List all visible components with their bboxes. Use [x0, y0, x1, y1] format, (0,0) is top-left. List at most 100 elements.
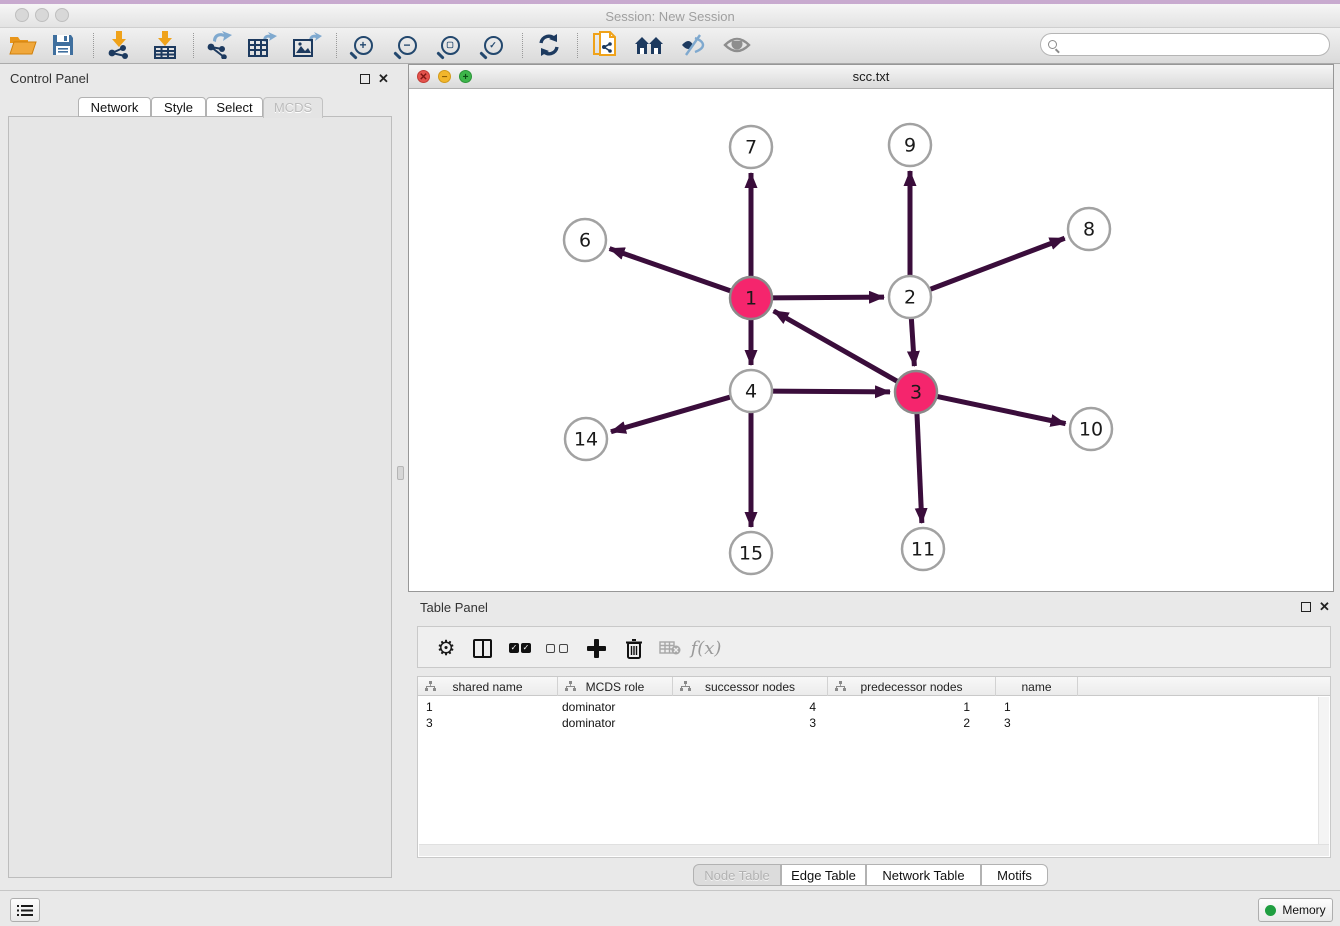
delete-icon[interactable] [618, 633, 650, 663]
node-table[interactable]: shared name MCDS role successor nodes pr… [417, 676, 1331, 858]
memory-status-icon [1265, 905, 1276, 916]
tab-motifs[interactable]: Motifs [981, 864, 1048, 886]
network-view-window[interactable]: ✕ − + scc.txt 7968124314101511 [408, 64, 1334, 592]
home-icon[interactable] [632, 30, 666, 60]
table-vertical-scrollbar[interactable] [1318, 697, 1329, 844]
cell-mcds-role: dominator [558, 715, 673, 731]
tab-mcds[interactable]: MCDS [263, 97, 323, 118]
tree-icon [565, 681, 576, 692]
graph-edge-4-3[interactable] [770, 391, 890, 392]
cell-name: 1 [996, 699, 1078, 715]
search-icon [1048, 40, 1057, 49]
add-row-icon[interactable] [580, 633, 612, 663]
task-list-icon [17, 904, 33, 917]
column-header-name[interactable]: name [996, 677, 1078, 696]
save-icon[interactable] [46, 30, 80, 60]
column-header-predecessor-nodes[interactable]: predecessor nodes [828, 677, 996, 696]
tab-network-table[interactable]: Network Table [866, 864, 981, 886]
select-all-checkbox-icon[interactable]: ✓✓ [504, 633, 536, 663]
deselect-checkbox-icon[interactable] [541, 633, 573, 663]
cell-successor-nodes: 4 [673, 699, 828, 715]
memory-label: Memory [1282, 903, 1325, 917]
vertical-splitter-handle[interactable] [397, 466, 404, 480]
cell-successor-nodes: 3 [673, 715, 828, 731]
window-title: Session: New Session [0, 9, 1340, 24]
export-table-icon[interactable] [245, 30, 279, 60]
graph-node-label-2: 2 [904, 287, 916, 309]
graph-edge-1-6[interactable] [610, 249, 734, 292]
table-panel-close-button[interactable]: ✕ [1319, 602, 1330, 612]
graph-node-label-7: 7 [745, 137, 757, 159]
graph-edge-4-14[interactable] [611, 396, 733, 431]
zoom-selected-icon[interactable]: ✓ [476, 30, 510, 60]
column-header-shared-name[interactable]: shared name [418, 677, 558, 696]
graph-edge-1-2[interactable] [770, 297, 884, 298]
tree-icon [680, 681, 691, 692]
graph-node-label-4: 4 [745, 381, 757, 403]
graph-edge-2-3[interactable] [911, 316, 914, 366]
document-network-icon[interactable] [588, 30, 622, 60]
tab-network[interactable]: Network [78, 97, 151, 117]
tab-edge-table[interactable]: Edge Table [781, 864, 866, 886]
toolbar-separator [193, 33, 194, 58]
graph-node-label-3: 3 [910, 382, 922, 404]
memory-button[interactable]: Memory [1258, 898, 1333, 922]
tab-select[interactable]: Select [206, 97, 263, 117]
column-header-mcds-role[interactable]: MCDS role [558, 677, 673, 696]
show-graphics-icon[interactable] [720, 30, 754, 60]
graph-edge-3-11[interactable] [917, 411, 922, 523]
hide-graphics-icon[interactable] [676, 30, 710, 60]
cell-mcds-role: dominator [558, 699, 673, 715]
graph-node-label-10: 10 [1079, 419, 1103, 441]
table-panel-title: Table Panel [420, 600, 488, 615]
application-window: Session: New Session [0, 0, 1340, 926]
toolbar-separator [522, 33, 523, 58]
table-toolbar: ⚙ ✓✓ f(x) [417, 626, 1331, 668]
graph-node-label-15: 15 [739, 543, 763, 565]
graph-edge-3-1[interactable] [774, 311, 900, 383]
graph-edge-3-10[interactable] [935, 396, 1066, 424]
zoom-out-icon[interactable]: − [390, 30, 424, 60]
refresh-icon[interactable] [532, 30, 566, 60]
cell-predecessor-nodes: 2 [828, 715, 996, 731]
control-panel-float-button[interactable] [360, 74, 370, 84]
tree-icon [425, 681, 436, 692]
settings-gear-icon[interactable]: ⚙ [430, 633, 462, 663]
column-header-successor-nodes[interactable]: successor nodes [673, 677, 828, 696]
export-image-icon[interactable] [290, 30, 324, 60]
toolbar-separator [577, 33, 578, 58]
network-graph-canvas[interactable]: 7968124314101511 [409, 89, 1333, 591]
toolbar-separator [93, 33, 94, 58]
status-bar: Memory [0, 890, 1340, 926]
delete-column-icon[interactable] [654, 633, 686, 663]
control-panel-close-button[interactable]: ✕ [378, 74, 389, 84]
zoom-in-icon[interactable]: + [346, 30, 380, 60]
table-row[interactable]: 3 dominator 3 2 3 [418, 715, 1318, 731]
tab-style[interactable]: Style [151, 97, 206, 117]
graph-node-label-6: 6 [579, 230, 591, 252]
table-panel-float-button[interactable] [1301, 602, 1311, 612]
tree-icon [835, 681, 846, 692]
table-horizontal-scrollbar[interactable] [419, 844, 1329, 856]
cell-shared-name: 1 [418, 699, 558, 715]
mcds-panel [8, 116, 392, 878]
graph-edge-2-8[interactable] [928, 238, 1065, 290]
open-folder-icon[interactable] [6, 30, 40, 60]
import-table-icon[interactable] [148, 30, 182, 60]
network-window-titlebar[interactable]: ✕ − + scc.txt [409, 65, 1333, 89]
graph-node-label-11: 11 [911, 539, 935, 561]
import-network-icon[interactable] [102, 30, 136, 60]
table-row[interactable]: 1 dominator 4 1 1 [418, 699, 1318, 715]
search-input[interactable] [1040, 33, 1330, 56]
function-icon[interactable]: f(x) [690, 633, 722, 663]
export-network-icon[interactable] [202, 30, 236, 60]
graph-node-label-14: 14 [574, 429, 598, 451]
cell-name: 3 [996, 715, 1078, 731]
column-layout-icon[interactable] [466, 633, 498, 663]
column-header-empty [1078, 677, 1330, 696]
network-window-title: scc.txt [409, 69, 1333, 84]
tab-node-table[interactable]: Node Table [693, 864, 781, 886]
task-history-button[interactable] [10, 898, 40, 922]
zoom-fit-icon[interactable]: ▢ [433, 30, 467, 60]
graph-node-label-9: 9 [904, 135, 916, 157]
